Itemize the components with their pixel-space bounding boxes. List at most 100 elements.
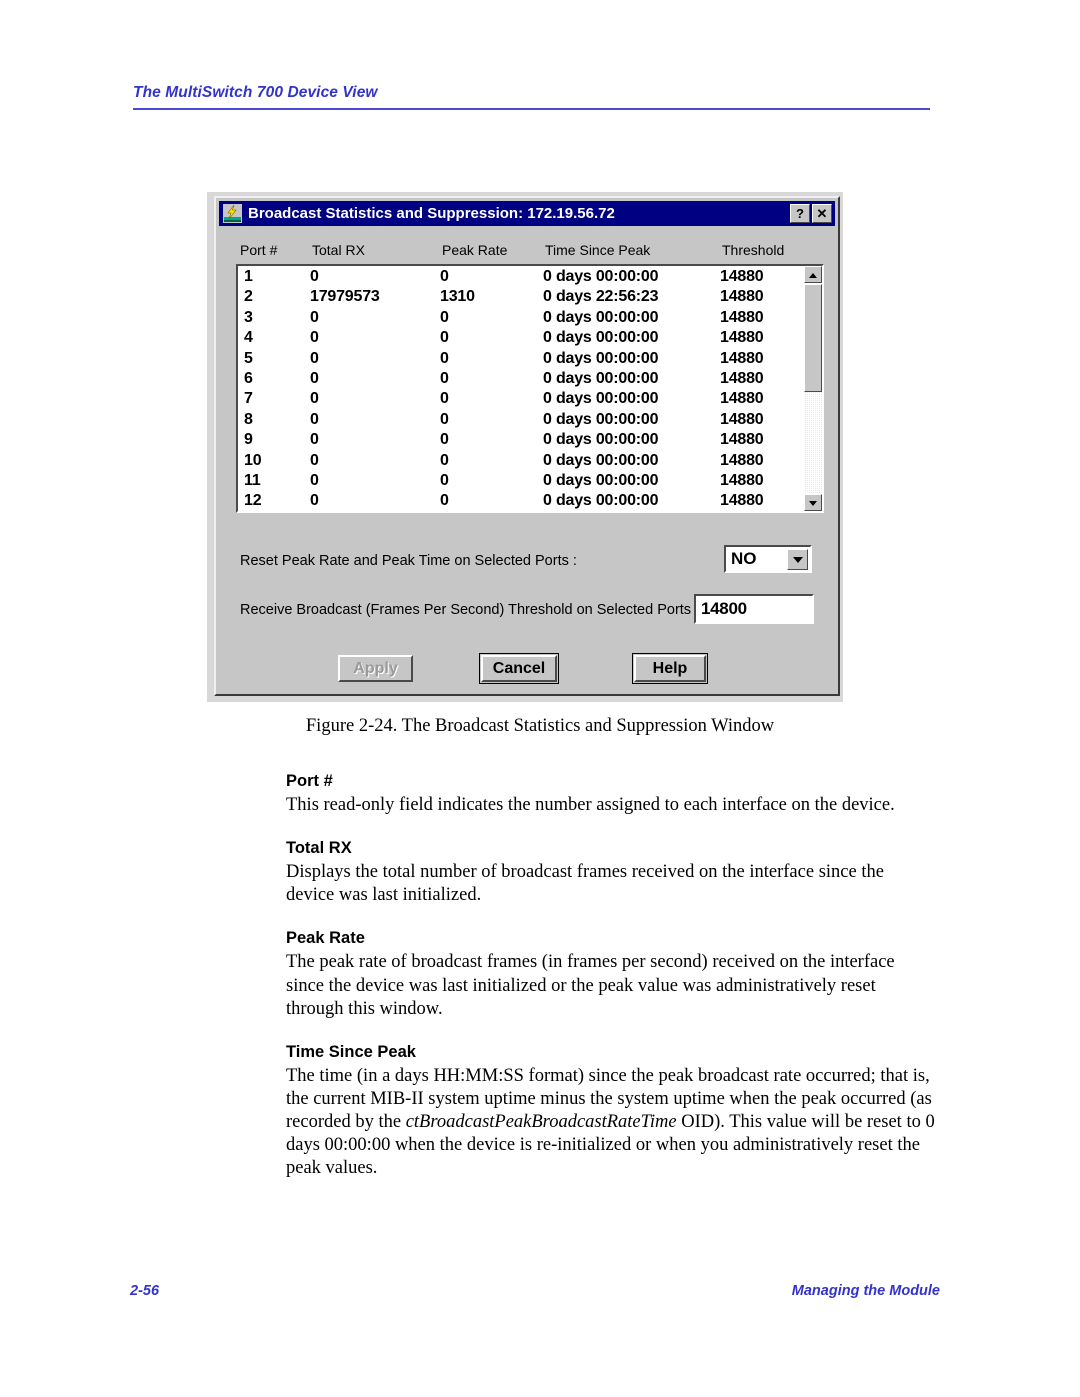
cell-port: 12 bbox=[244, 492, 262, 510]
term-port: Port # bbox=[286, 772, 333, 790]
cell-threshold: 14880 bbox=[720, 410, 764, 428]
page-running-head: The MultiSwitch 700 Device View bbox=[133, 84, 930, 110]
help-button[interactable]: Help bbox=[634, 655, 706, 682]
table-row[interactable]: 8 0 0 0 days 00:00:00 14880 bbox=[238, 410, 804, 430]
cell-port: 8 bbox=[244, 410, 253, 428]
chevron-down-icon bbox=[809, 500, 817, 506]
cell-time-since-peak: 0 days 00:00:00 bbox=[543, 369, 659, 387]
cell-time-since-peak: 0 days 00:00:00 bbox=[543, 349, 659, 367]
cell-time-since-peak: 0 days 00:00:00 bbox=[543, 268, 659, 285]
cell-peak-rate: 0 bbox=[440, 308, 449, 326]
figure-caption: Figure 2-24. The Broadcast Statistics an… bbox=[305, 716, 775, 736]
cancel-button[interactable]: Cancel bbox=[481, 655, 557, 682]
column-header-port: Port # bbox=[240, 242, 278, 258]
term-peak-rate: Peak Rate bbox=[286, 929, 365, 948]
cell-peak-rate: 0 bbox=[440, 268, 449, 285]
term-time-since-peak: Time Since Peak bbox=[286, 1042, 416, 1061]
table-row[interactable]: 12 0 0 0 days 00:00:00 14880 bbox=[238, 491, 804, 511]
table-column-headers: Port # Total RX Peak Rate Time Since Pea… bbox=[240, 242, 820, 262]
table-row[interactable]: 7 0 0 0 days 00:00:00 14880 bbox=[238, 389, 804, 409]
scrollbar-thumb[interactable] bbox=[804, 284, 822, 392]
column-header-threshold: Threshold bbox=[722, 242, 785, 258]
cell-peak-rate: 0 bbox=[440, 492, 449, 510]
cell-time-since-peak: 0 days 00:00:00 bbox=[543, 308, 659, 326]
header-divider bbox=[133, 108, 930, 110]
cell-total-rx: 17979573 bbox=[310, 288, 380, 306]
reset-peak-value: NO bbox=[731, 549, 757, 568]
cell-time-since-peak: 0 days 00:00:00 bbox=[543, 451, 659, 469]
table-row[interactable]: 6 0 0 0 days 00:00:00 14880 bbox=[238, 369, 804, 389]
cell-port: 9 bbox=[244, 431, 253, 449]
cell-port: 4 bbox=[244, 329, 253, 347]
field-descriptions: Port # This read-only field indicates th… bbox=[286, 772, 936, 1180]
table-row[interactable]: 11 0 0 0 days 00:00:00 14880 bbox=[238, 471, 804, 491]
threshold-label: Receive Broadcast (Frames Per Second) Th… bbox=[240, 602, 700, 618]
table-row[interactable]: 4 0 0 0 days 00:00:00 14880 bbox=[238, 328, 804, 348]
cell-total-rx: 0 bbox=[310, 431, 319, 449]
close-icon[interactable]: ✕ bbox=[812, 204, 832, 223]
cell-total-rx: 0 bbox=[310, 369, 319, 387]
table-row[interactable]: 3 0 0 0 days 00:00:00 14880 bbox=[238, 308, 804, 328]
cell-peak-rate: 0 bbox=[440, 410, 449, 428]
chevron-down-icon[interactable] bbox=[787, 548, 808, 570]
cell-total-rx: 0 bbox=[310, 390, 319, 408]
window-controls: ? ✕ bbox=[790, 204, 832, 223]
table-row[interactable]: 1 0 0 0 days 00:00:00 14880 bbox=[238, 267, 804, 287]
cell-threshold: 14880 bbox=[720, 431, 764, 449]
cell-total-rx: 0 bbox=[310, 410, 319, 428]
footer-section-title: Managing the Module bbox=[791, 1283, 940, 1299]
listbox-scrollbar[interactable] bbox=[804, 266, 822, 511]
dialog-titlebar[interactable]: Broadcast Statistics and Suppression: 17… bbox=[219, 201, 835, 226]
threshold-value: 14800 bbox=[701, 599, 747, 618]
scroll-up-button[interactable] bbox=[804, 266, 822, 283]
column-header-total-rx: Total RX bbox=[312, 242, 365, 258]
port-statistics-listbox[interactable]: 1 0 0 0 days 00:00:00 14880 2 17979573 1310 0 da… bbox=[236, 264, 824, 513]
cell-time-since-peak: 0 days 00:00:00 bbox=[543, 410, 659, 428]
cell-port: 2 bbox=[244, 288, 253, 306]
cell-port: 6 bbox=[244, 369, 253, 387]
cell-threshold: 14880 bbox=[720, 349, 764, 367]
chevron-up-icon bbox=[809, 272, 817, 278]
cell-total-rx: 0 bbox=[310, 329, 319, 347]
cell-peak-rate: 0 bbox=[440, 349, 449, 367]
cell-peak-rate: 0 bbox=[440, 431, 449, 449]
help-question-icon[interactable]: ? bbox=[790, 204, 810, 223]
cell-peak-rate: 1310 bbox=[440, 288, 475, 306]
cell-time-since-peak: 0 days 00:00:00 bbox=[543, 329, 659, 347]
cell-threshold: 14880 bbox=[720, 451, 764, 469]
table-row[interactable]: 5 0 0 0 days 00:00:00 14880 bbox=[238, 349, 804, 369]
broadcast-statistics-dialog: Broadcast Statistics and Suppression: 17… bbox=[214, 196, 840, 696]
scroll-down-button[interactable] bbox=[804, 494, 822, 511]
cell-threshold: 14880 bbox=[720, 308, 764, 326]
cell-port: 1 bbox=[244, 268, 253, 285]
cell-port: 3 bbox=[244, 308, 253, 326]
cell-total-rx: 0 bbox=[310, 268, 319, 285]
desc-total-rx: Displays the total number of broadcast f… bbox=[286, 862, 884, 906]
cell-port: 7 bbox=[244, 390, 253, 408]
cell-threshold: 14880 bbox=[720, 268, 764, 285]
cell-threshold: 14880 bbox=[720, 492, 764, 510]
column-header-time-since-peak: Time Since Peak bbox=[545, 242, 651, 258]
desc-tsp-oid: ctBroadcastPeakBroadcastRateTime bbox=[405, 1112, 677, 1132]
footer-page-number: 2-56 bbox=[130, 1283, 160, 1299]
cell-time-since-peak: 0 days 22:56:23 bbox=[543, 288, 659, 306]
column-header-peak-rate: Peak Rate bbox=[442, 242, 508, 258]
cell-time-since-peak: 0 days 00:00:00 bbox=[543, 390, 659, 408]
desc-port: This read-only field indicates the numbe… bbox=[286, 795, 895, 815]
reset-peak-label: Reset Peak Rate and Peak Time on Selecte… bbox=[240, 553, 577, 569]
cell-port: 11 bbox=[244, 471, 261, 489]
cell-total-rx: 0 bbox=[310, 471, 319, 489]
table-row[interactable]: 2 17979573 1310 0 days 22:56:23 14880 bbox=[238, 287, 804, 307]
desc-peak-rate: The peak rate of broadcast frames (in fr… bbox=[286, 952, 895, 1019]
reset-peak-dropdown[interactable]: NO bbox=[724, 545, 812, 573]
cell-threshold: 14880 bbox=[720, 390, 764, 408]
apply-button[interactable]: Apply bbox=[338, 655, 413, 682]
threshold-input[interactable]: 14800 bbox=[694, 594, 814, 624]
cell-threshold: 14880 bbox=[720, 471, 764, 489]
cell-peak-rate: 0 bbox=[440, 390, 449, 408]
cell-peak-rate: 0 bbox=[440, 329, 449, 347]
table-row[interactable]: 10 0 0 0 days 00:00:00 14880 bbox=[238, 451, 804, 471]
cell-port: 5 bbox=[244, 349, 253, 367]
cell-peak-rate: 0 bbox=[440, 471, 449, 489]
table-row[interactable]: 9 0 0 0 days 00:00:00 14880 bbox=[238, 430, 804, 450]
